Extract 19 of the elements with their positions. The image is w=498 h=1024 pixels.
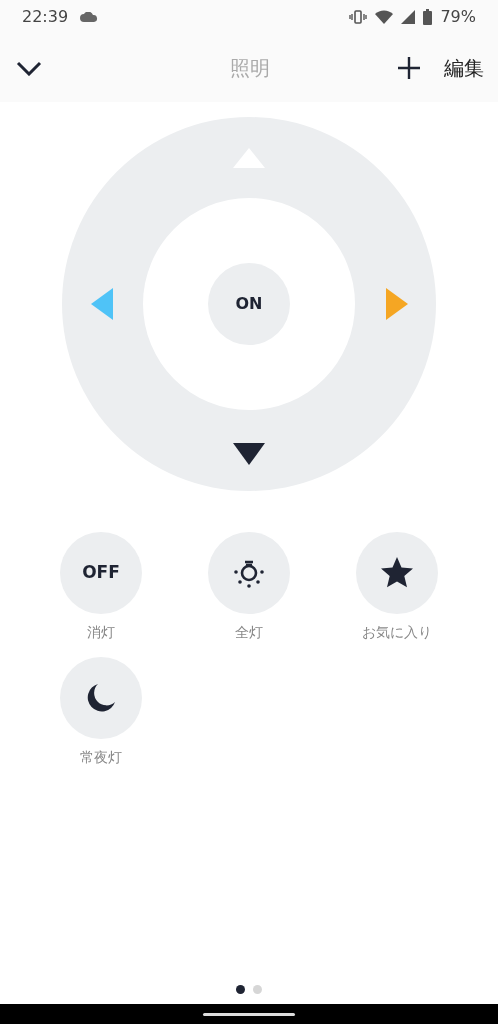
button-label: お気に入り <box>362 623 432 642</box>
button-label: 全灯 <box>235 623 263 642</box>
vibrate-icon <box>349 10 368 24</box>
battery-percent: 79% <box>440 6 476 28</box>
wifi-icon <box>375 10 394 24</box>
cloud-icon <box>80 12 99 22</box>
signal-icon <box>401 10 416 24</box>
home-handle[interactable] <box>203 1012 295 1016</box>
clock: 22:39 <box>22 6 69 28</box>
screen-title: 照明 <box>230 56 270 80</box>
collapse-button[interactable] <box>16 60 42 76</box>
button-label: 消灯 <box>87 623 115 642</box>
battery-icon <box>423 9 433 25</box>
add-button[interactable] <box>398 57 420 79</box>
down-arrow-icon[interactable] <box>233 443 265 465</box>
off-button[interactable]: OFF <box>60 532 142 614</box>
edit-button[interactable]: 編集 <box>444 53 484 83</box>
on-button[interactable]: ON <box>208 263 290 345</box>
button-label: 常夜灯 <box>80 748 122 767</box>
